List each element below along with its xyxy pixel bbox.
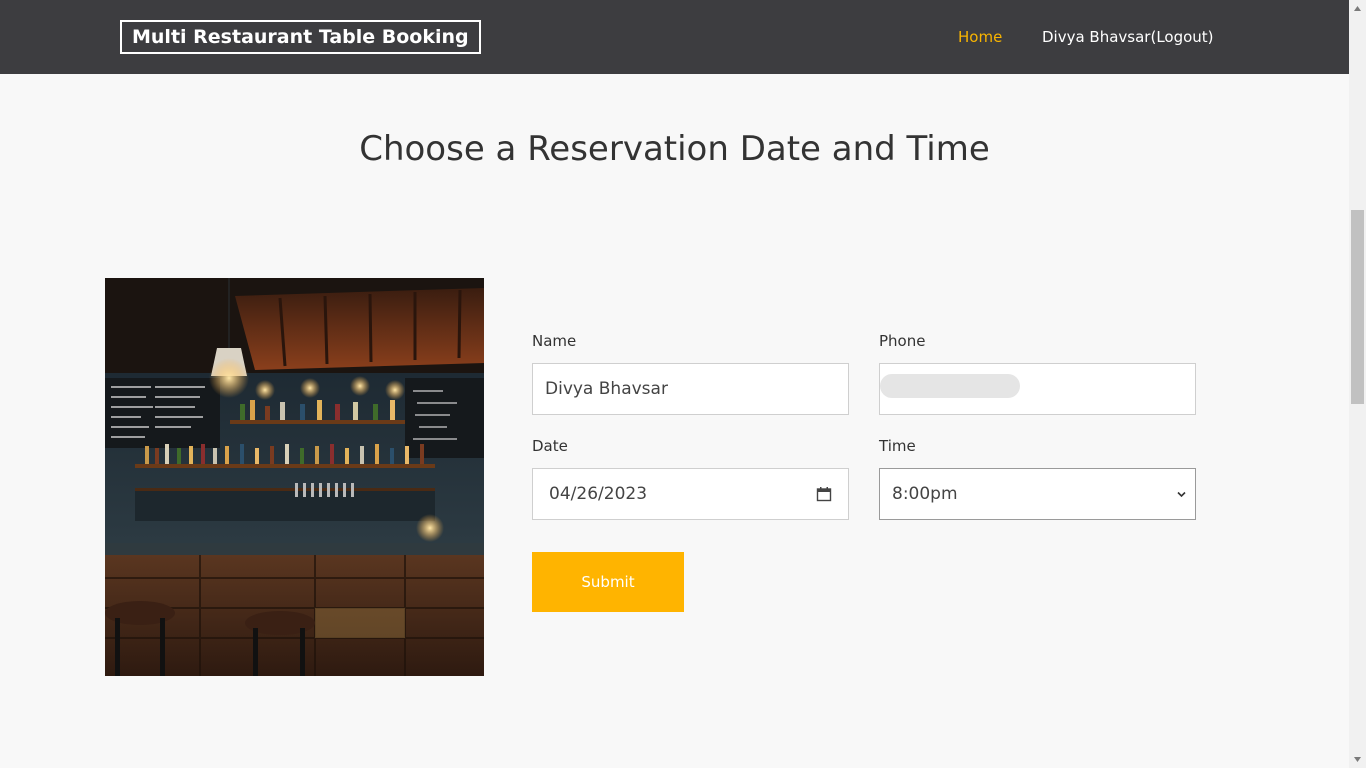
- phone-input[interactable]: [879, 363, 1196, 415]
- nav-user-logout-link[interactable]: Divya Bhavsar(Logout): [1042, 28, 1214, 46]
- time-label: Time: [879, 437, 916, 455]
- chevron-down-icon: [1177, 491, 1186, 498]
- date-input[interactable]: 04/26/2023: [532, 468, 849, 520]
- page: Multi Restaurant Table Booking Home Divy…: [0, 0, 1366, 768]
- time-select[interactable]: 8:00pm: [879, 468, 1196, 520]
- time-select-value: 8:00pm: [892, 484, 958, 504]
- scrollbar-thumb[interactable]: [1351, 210, 1364, 404]
- name-input-value: Divya Bhavsar: [545, 379, 668, 399]
- phone-label: Phone: [879, 332, 926, 350]
- date-day[interactable]: 26: [576, 469, 598, 519]
- navbar: Multi Restaurant Table Booking Home Divy…: [0, 0, 1349, 74]
- name-input[interactable]: Divya Bhavsar: [532, 363, 849, 415]
- date-label: Date: [532, 437, 568, 455]
- calendar-icon[interactable]: [816, 486, 832, 502]
- nav-home-link[interactable]: Home: [958, 28, 1002, 46]
- scroll-down-arrow-icon[interactable]: [1352, 754, 1363, 765]
- brand-logo-link[interactable]: Multi Restaurant Table Booking: [120, 20, 481, 54]
- submit-button[interactable]: Submit: [532, 552, 684, 612]
- date-year[interactable]: 2023: [604, 469, 647, 519]
- phone-redaction: [880, 374, 1020, 398]
- date-month[interactable]: 04: [549, 469, 571, 519]
- name-label: Name: [532, 332, 577, 350]
- scroll-up-arrow-icon[interactable]: [1352, 3, 1363, 14]
- restaurant-bar-image: [105, 278, 484, 676]
- page-title: Choose a Reservation Date and Time: [359, 129, 990, 169]
